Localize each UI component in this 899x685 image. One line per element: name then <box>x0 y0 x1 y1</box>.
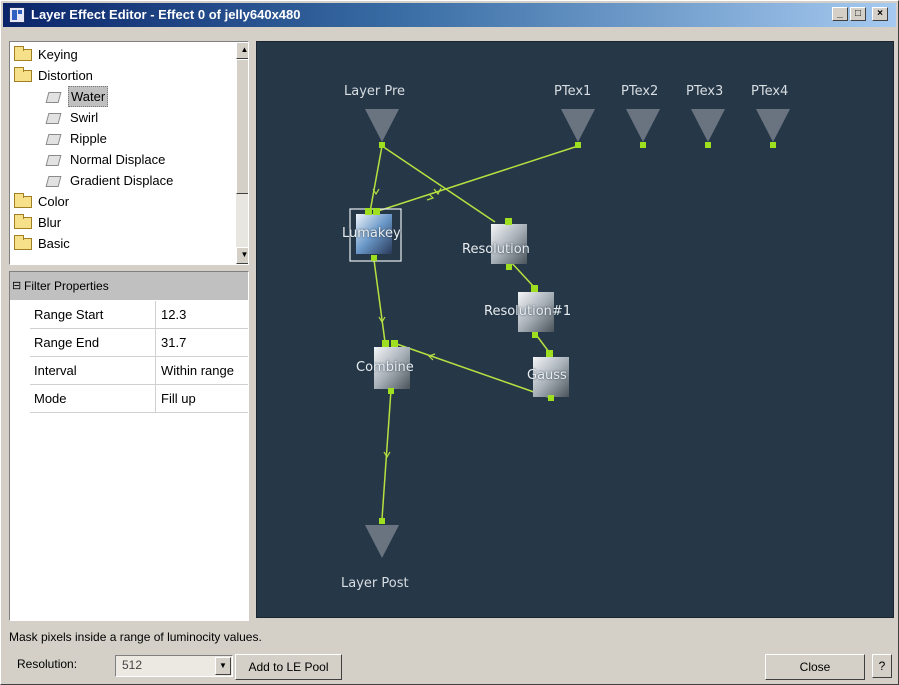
filter-icon <box>46 153 62 167</box>
tree-item-label: Water <box>68 86 109 107</box>
property-value[interactable]: Within range <box>161 357 248 384</box>
add-to-le-pool-button[interactable]: Add to LE Pool <box>235 654 342 680</box>
layer-pre-port-icon[interactable] <box>365 109 399 142</box>
ptex1-port-icon[interactable] <box>561 109 595 142</box>
property-name: Range Start <box>34 301 156 328</box>
chevron-down-icon[interactable]: ▼ <box>215 657 231 675</box>
property-value[interactable]: Fill up <box>161 385 248 412</box>
layer-post-port-icon[interactable] <box>365 525 399 558</box>
filter-tree[interactable]: Keying Distortion Water Swirl Ripple Nor… <box>9 41 249 265</box>
open-folder-icon <box>14 67 32 82</box>
node-graph-svg <box>349 109 790 558</box>
node-graph-canvas[interactable]: Layer Pre PTex1 PTex2 PTex3 PTex4 Layer … <box>256 41 894 618</box>
tree-item-label: Color <box>38 194 70 209</box>
ptex3-label: PTex3 <box>686 84 724 99</box>
wire-combine-layerpost[interactable] <box>381 389 392 520</box>
ptex4-port-icon[interactable] <box>756 109 790 142</box>
ptex2-port-icon[interactable] <box>626 109 660 142</box>
filter-icon <box>46 174 62 188</box>
resolution-label: Resolution: <box>17 657 78 671</box>
combine-node-label: Combine <box>356 360 414 375</box>
ptex3-port-icon[interactable] <box>691 109 725 142</box>
resolution-node-label: Resolution <box>462 242 530 257</box>
property-row-range-start[interactable]: Range Start 12.3 <box>30 301 248 329</box>
resolution-dropdown[interactable]: 512 ▼ <box>115 655 233 677</box>
property-value[interactable]: 12.3 <box>161 301 248 328</box>
wire-layerpre-resolution[interactable] <box>381 145 496 223</box>
filter-properties-title: Filter Properties <box>24 279 109 293</box>
tree-item-label: Keying <box>38 47 78 62</box>
scroll-up-button[interactable]: ▲ <box>236 42 248 59</box>
property-name: Mode <box>34 385 156 412</box>
filter-icon <box>46 132 62 146</box>
folder-icon <box>14 193 32 208</box>
title-bar[interactable]: Layer Effect Editor - Effect 0 of jelly6… <box>3 3 896 27</box>
resolution-value: 512 <box>122 658 143 672</box>
wire-lumakey-combine[interactable] <box>373 259 386 343</box>
minimize-button[interactable]: _ <box>832 7 848 21</box>
scroll-thumb[interactable] <box>236 59 248 194</box>
folder-icon <box>14 46 32 61</box>
filter-icon <box>46 111 62 125</box>
property-name: Interval <box>34 357 156 384</box>
scroll-down-button[interactable]: ▼ <box>236 247 248 264</box>
property-row-range-end[interactable]: Range End 31.7 <box>30 329 248 357</box>
input-ports <box>365 109 790 558</box>
wire-resolution-resolution1[interactable] <box>508 259 535 288</box>
folder-icon <box>14 235 32 250</box>
ptex4-label: PTex4 <box>751 84 789 99</box>
tree-item-label: Ripple <box>70 131 107 146</box>
lumakey-node-label: Lumakey <box>342 226 401 241</box>
collapse-icon[interactable]: ⊟ <box>12 272 21 300</box>
property-row-mode[interactable]: Mode Fill up <box>30 385 248 413</box>
window-title: Layer Effect Editor - Effect 0 of jelly6… <box>31 7 301 22</box>
tree-item-label: Blur <box>38 215 62 230</box>
status-description: Mask pixels inside a range of luminocity… <box>9 630 262 644</box>
filter-properties-panel: ⊟ Filter Properties Range Start 12.3 Ran… <box>9 271 249 621</box>
filter-properties-header[interactable]: ⊟ Filter Properties <box>10 272 248 300</box>
close-button[interactable]: Close <box>765 654 865 680</box>
layer-pre-label: Layer Pre <box>344 84 406 99</box>
wire-layerpre-lumakey[interactable] <box>369 145 383 213</box>
filter-icon <box>46 90 62 104</box>
wire-ptex1-lumakey[interactable] <box>374 145 579 213</box>
tree-item-label: Swirl <box>70 110 99 125</box>
property-name: Range End <box>34 329 156 356</box>
layer-effect-editor-window: Layer Effect Editor - Effect 0 of jelly6… <box>0 0 899 685</box>
tree-item-label: Distortion <box>38 68 93 83</box>
tree-item-label: Basic <box>38 236 70 251</box>
app-icon <box>9 7 25 23</box>
tree-scrollbar[interactable]: ▲ ▼ <box>236 42 248 264</box>
tree-item-label: Normal Displace <box>70 152 166 167</box>
property-row-interval[interactable]: Interval Within range <box>30 357 248 385</box>
tree-item-label: Gradient Displace <box>70 173 174 188</box>
gauss-node-label: Gauss <box>527 368 567 383</box>
folder-icon <box>14 214 32 229</box>
resolution1-node-label: Resolution#1 <box>484 304 572 319</box>
node-ports <box>365 142 776 524</box>
close-window-button[interactable]: × <box>872 7 888 21</box>
help-button[interactable]: ? <box>872 654 892 678</box>
ptex2-label: PTex2 <box>621 84 659 99</box>
connection-wires <box>369 145 579 520</box>
property-value[interactable]: 31.7 <box>161 329 248 356</box>
maximize-button[interactable]: □ <box>850 7 866 21</box>
ptex1-label: PTex1 <box>554 84 592 99</box>
layer-post-label: Layer Post <box>341 576 409 591</box>
